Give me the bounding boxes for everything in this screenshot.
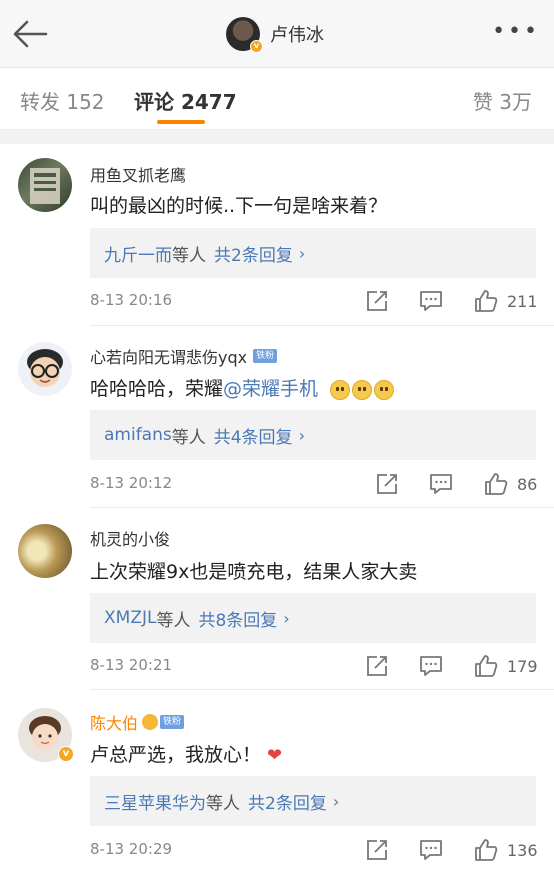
profile-title[interactable]: v 卢伟冰 bbox=[226, 14, 324, 54]
avatar[interactable] bbox=[18, 342, 72, 396]
like-button[interactable]: 86 bbox=[483, 471, 537, 497]
avatar[interactable]: v bbox=[18, 708, 74, 762]
active-tab-indicator bbox=[157, 120, 205, 124]
doge-emoji-icon bbox=[352, 379, 373, 400]
avatar[interactable]: v bbox=[226, 17, 263, 53]
like-count: 86 bbox=[517, 474, 538, 494]
like-count: 211 bbox=[507, 291, 538, 311]
avatar[interactable] bbox=[18, 524, 72, 578]
thumbs-up-icon bbox=[485, 473, 508, 495]
fan-badge: 铁粉 bbox=[160, 715, 185, 729]
comment-text: 上次荣耀9x也是喷充电，结果人家大卖 bbox=[90, 561, 418, 583]
chevron-right-icon: › bbox=[298, 425, 305, 445]
thumbs-up-icon bbox=[475, 839, 498, 861]
thumbs-up-icon bbox=[475, 290, 498, 312]
like-button[interactable]: 179 bbox=[473, 653, 538, 679]
repost-icon[interactable] bbox=[364, 837, 390, 863]
tab-likes[interactable]: 赞 3万 bbox=[473, 86, 532, 115]
comment-item: 用鱼叉抓老鹰 叫的最凶的时候..下一句是啥来着？ 九斤一而 等人 共2条回复 ›… bbox=[0, 144, 554, 326]
comment-text: 卢总严选，我放心！ ❤ bbox=[90, 744, 283, 766]
doge-emoji-icon bbox=[330, 379, 351, 400]
chevron-right-icon: › bbox=[283, 608, 290, 628]
verified-icon: v bbox=[58, 746, 74, 762]
comment-icon[interactable] bbox=[418, 653, 444, 679]
comment-item: 心若向阳无谓悲伤yqx 铁粉 哈哈哈哈，荣耀@荣耀手机 amifans 等人 共… bbox=[0, 326, 554, 508]
chevron-right-icon: › bbox=[332, 791, 340, 811]
reply-summary[interactable]: 九斤一而 等人 共2条回复 › bbox=[90, 228, 536, 278]
comment-time: 8-13 20:16 bbox=[90, 291, 173, 309]
repost-icon[interactable] bbox=[364, 653, 390, 679]
comment-time: 8-13 20:12 bbox=[90, 474, 173, 492]
repost-icon[interactable] bbox=[364, 288, 390, 314]
doge-emoji-icon bbox=[374, 379, 395, 400]
comment-author[interactable]: 心若向阳无谓悲伤yqx 铁粉 bbox=[90, 344, 278, 368]
more-button[interactable]: ••• bbox=[492, 19, 540, 44]
like-count: 179 bbox=[507, 656, 538, 676]
fan-badge: 铁粉 bbox=[253, 349, 278, 363]
verified-icon: v bbox=[250, 40, 263, 53]
back-arrow-icon bbox=[13, 20, 48, 48]
comment-author[interactable]: 用鱼叉抓老鹰 bbox=[90, 162, 186, 186]
emoji-group bbox=[330, 379, 395, 400]
comment-time: 8-13 20:29 bbox=[90, 840, 173, 858]
comment-text: 哈哈哈哈，荣耀@荣耀手机 bbox=[90, 374, 395, 401]
comment-text: 叫的最凶的时候..下一句是啥来着？ bbox=[90, 195, 388, 217]
comment-author[interactable]: 机灵的小俊 bbox=[90, 526, 170, 550]
comment-author[interactable]: 陈大伯 铁粉 bbox=[90, 710, 185, 734]
chevron-right-icon: › bbox=[298, 243, 306, 263]
comment-item: 机灵的小俊 上次荣耀9x也是喷充电，结果人家大卖 XMZJL 等人 共8条回复 … bbox=[0, 508, 554, 690]
thumbs-up-icon bbox=[475, 655, 498, 677]
like-button[interactable]: 136 bbox=[473, 837, 538, 863]
more-icon: ••• bbox=[492, 19, 540, 44]
section-gap bbox=[0, 130, 554, 144]
back-button[interactable] bbox=[10, 14, 50, 54]
reply-summary[interactable]: XMZJL 等人 共8条回复 › bbox=[90, 593, 536, 643]
page-title: 卢伟冰 bbox=[270, 25, 324, 46]
comment-time: 8-13 20:21 bbox=[90, 656, 173, 674]
reply-summary[interactable]: 三星苹果华为 等人 共2条回复 › bbox=[90, 776, 536, 826]
comment-icon[interactable] bbox=[418, 837, 444, 863]
tab-repost[interactable]: 转发 152 bbox=[20, 86, 105, 115]
like-button[interactable]: 211 bbox=[473, 288, 538, 314]
tab-bar: 转发 152 评论 2477 赞 3万 bbox=[0, 68, 554, 130]
reply-summary[interactable]: amifans 等人 共4条回复 › bbox=[90, 410, 536, 460]
like-count: 136 bbox=[507, 840, 538, 860]
comment-icon[interactable] bbox=[418, 288, 444, 314]
comment-icon[interactable] bbox=[428, 471, 454, 497]
comment-item: v 陈大伯 铁粉 卢总严选，我放心！ ❤ 三星苹果华为 等人 共2条回复 › 8-… bbox=[0, 690, 554, 886]
avatar[interactable] bbox=[18, 158, 72, 212]
mention-link[interactable]: @荣耀手机 bbox=[223, 378, 318, 400]
tab-comments[interactable]: 评论 2477 bbox=[134, 86, 237, 115]
crown-icon bbox=[142, 714, 159, 730]
top-bar: v 卢伟冰 ••• bbox=[0, 0, 554, 68]
heart-icon: ❤ bbox=[267, 745, 283, 766]
repost-icon[interactable] bbox=[374, 471, 400, 497]
